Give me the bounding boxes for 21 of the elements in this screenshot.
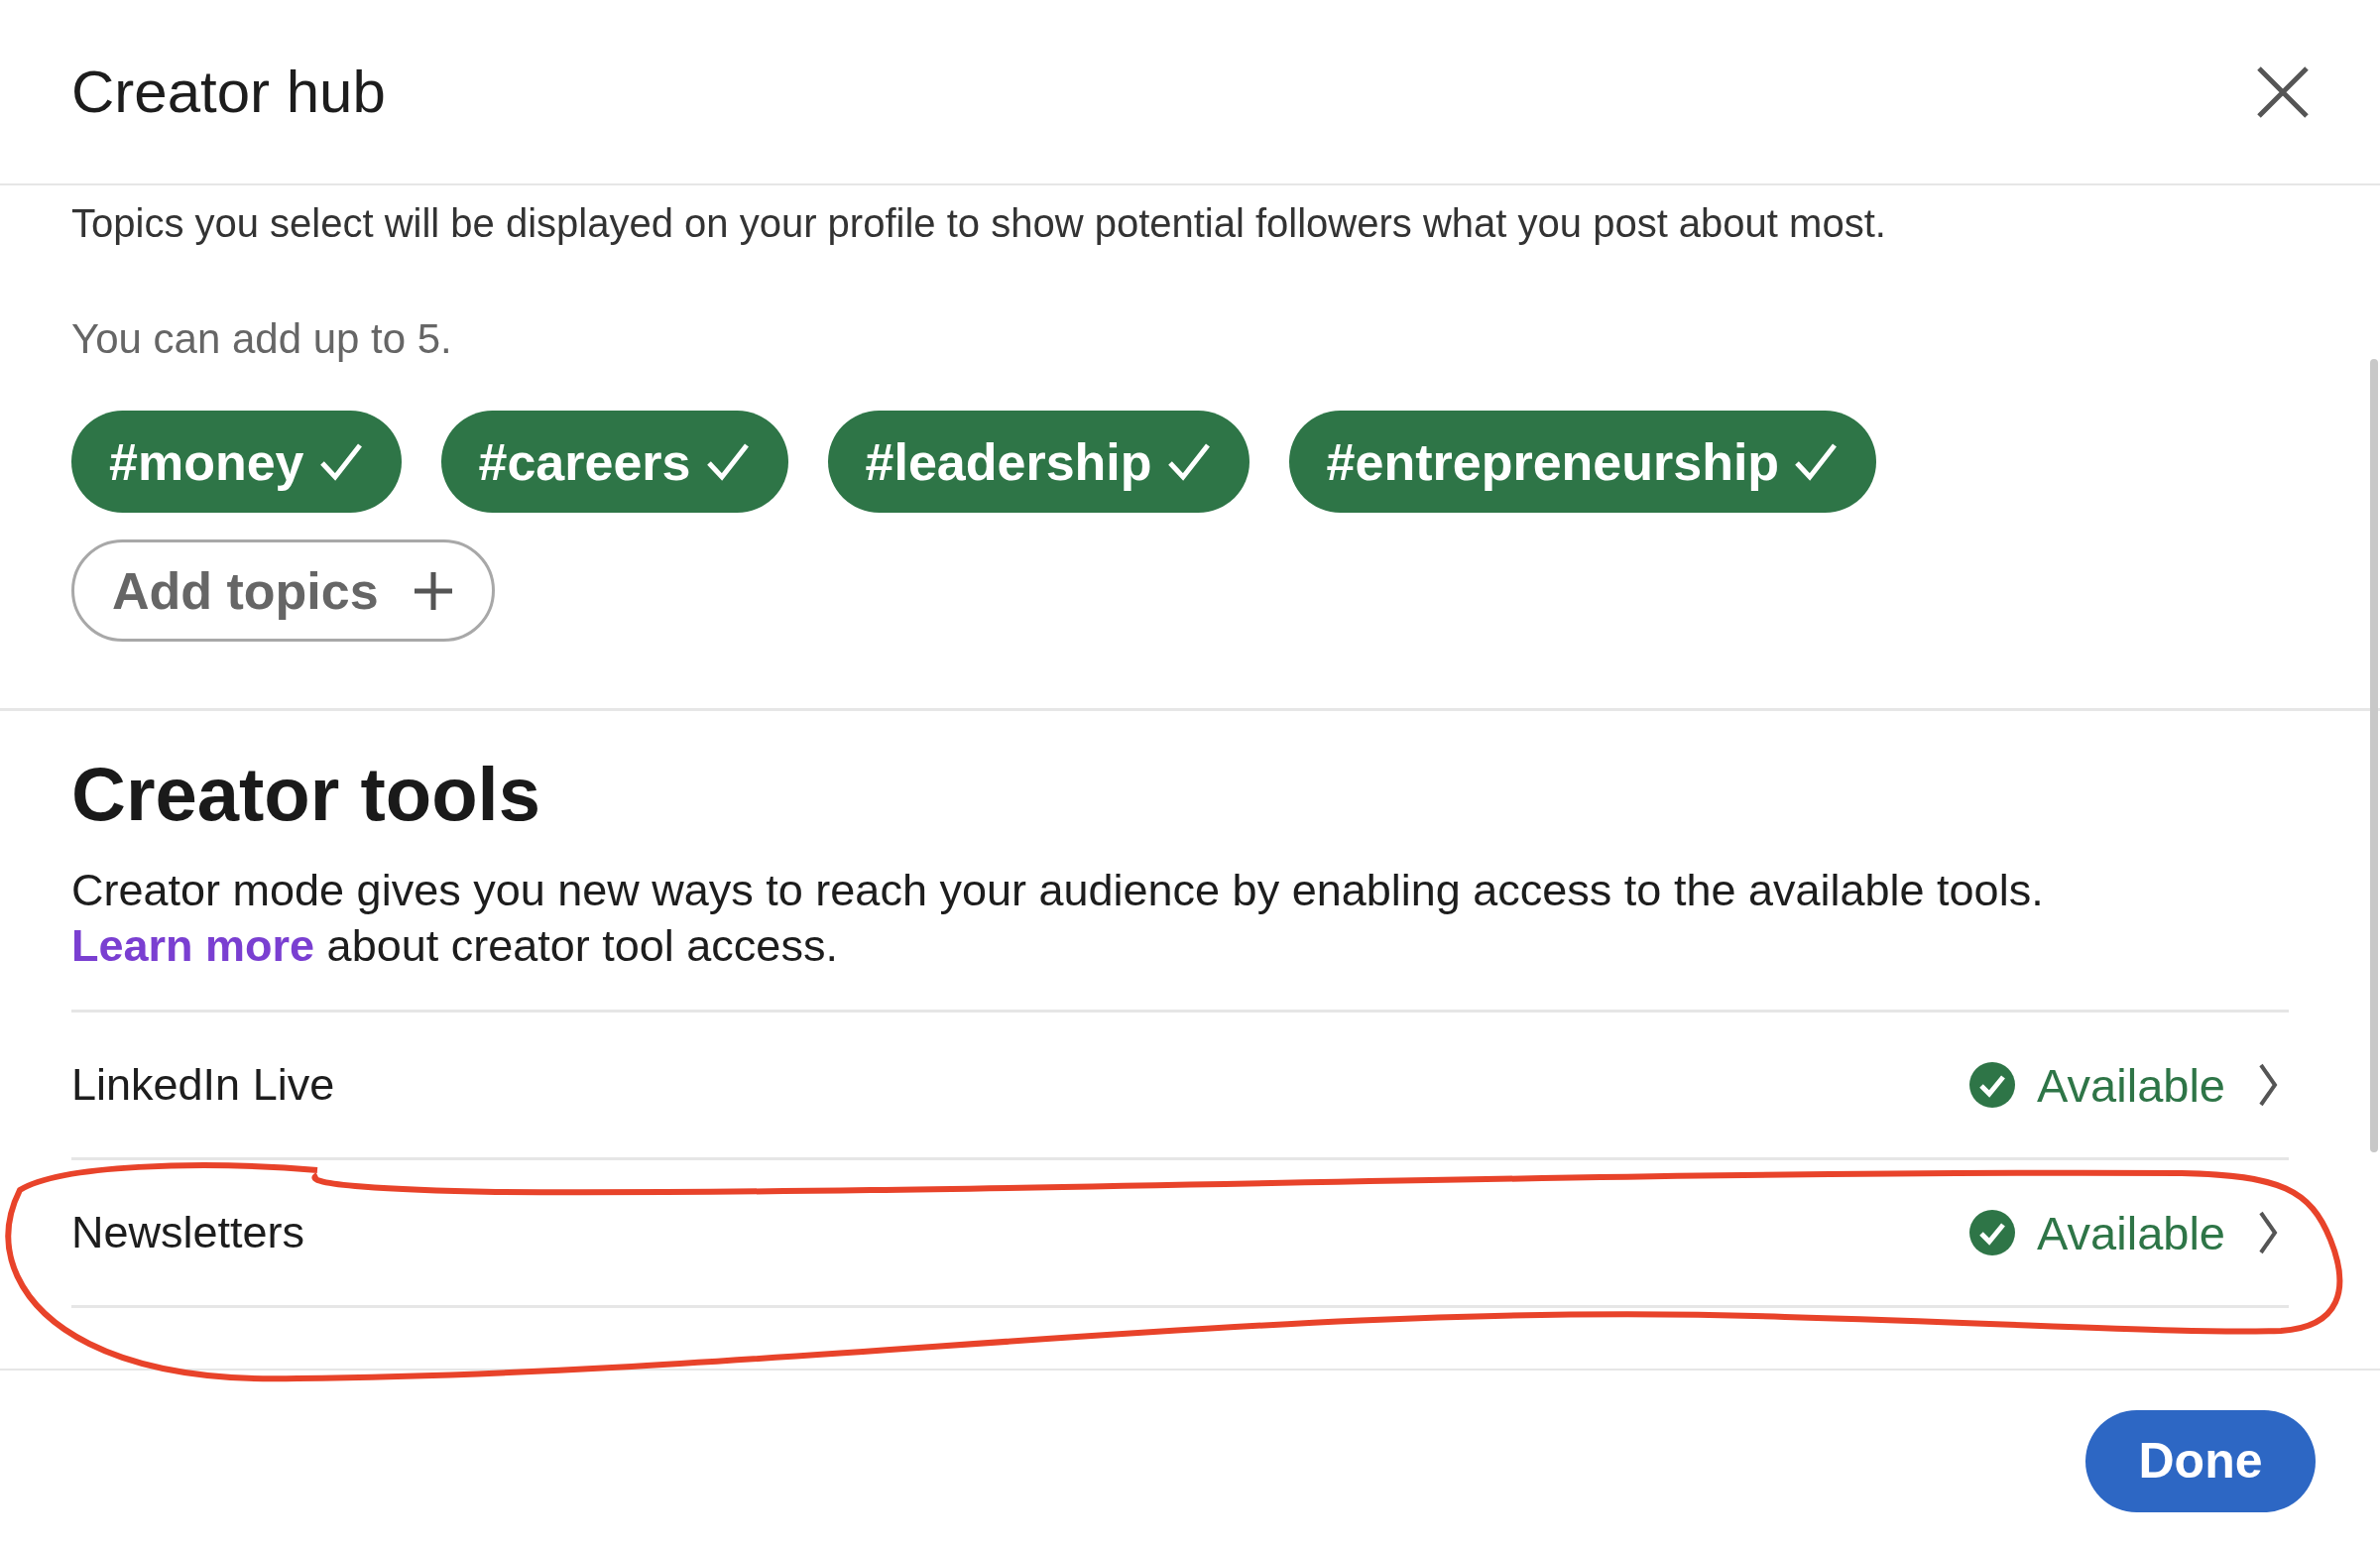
topic-pill[interactable]: #money: [71, 411, 402, 513]
close-icon[interactable]: [2255, 63, 2311, 120]
tool-name: LinkedIn Live: [71, 1059, 335, 1111]
learn-more-link[interactable]: Learn more: [71, 920, 315, 971]
add-topics-button[interactable]: Add topics: [71, 539, 495, 642]
done-button[interactable]: Done: [2085, 1409, 2316, 1512]
topic-pill[interactable]: #leadership: [827, 411, 1250, 513]
topics-limit-text: You can add up to 5.: [71, 315, 453, 363]
status-button[interactable]: Available: [1969, 1057, 2289, 1113]
chevron-right-icon: [2257, 1062, 2279, 1108]
scrollbar[interactable]: [2370, 359, 2378, 1152]
plus-icon: [412, 569, 454, 612]
section-heading: Creator tools: [71, 751, 541, 837]
topic-pill[interactable]: #entrepreneurship: [1288, 411, 1877, 513]
chevron-right-icon: [2257, 1210, 2279, 1255]
topic-pill[interactable]: #careers: [440, 411, 788, 513]
tool-name: Newsletters: [71, 1207, 305, 1258]
status-button[interactable]: Available: [1969, 1205, 2289, 1260]
section-description: Creator mode gives you new ways to reach your audience by enabling access to the available tools. Learn more about creator tool access.: [71, 864, 2045, 973]
dialog-title: Creator hub: [71, 58, 386, 126]
topics-intro-text: Topics you select will be displayed on your profile to show potential followers what you post about most.: [71, 201, 1887, 246]
